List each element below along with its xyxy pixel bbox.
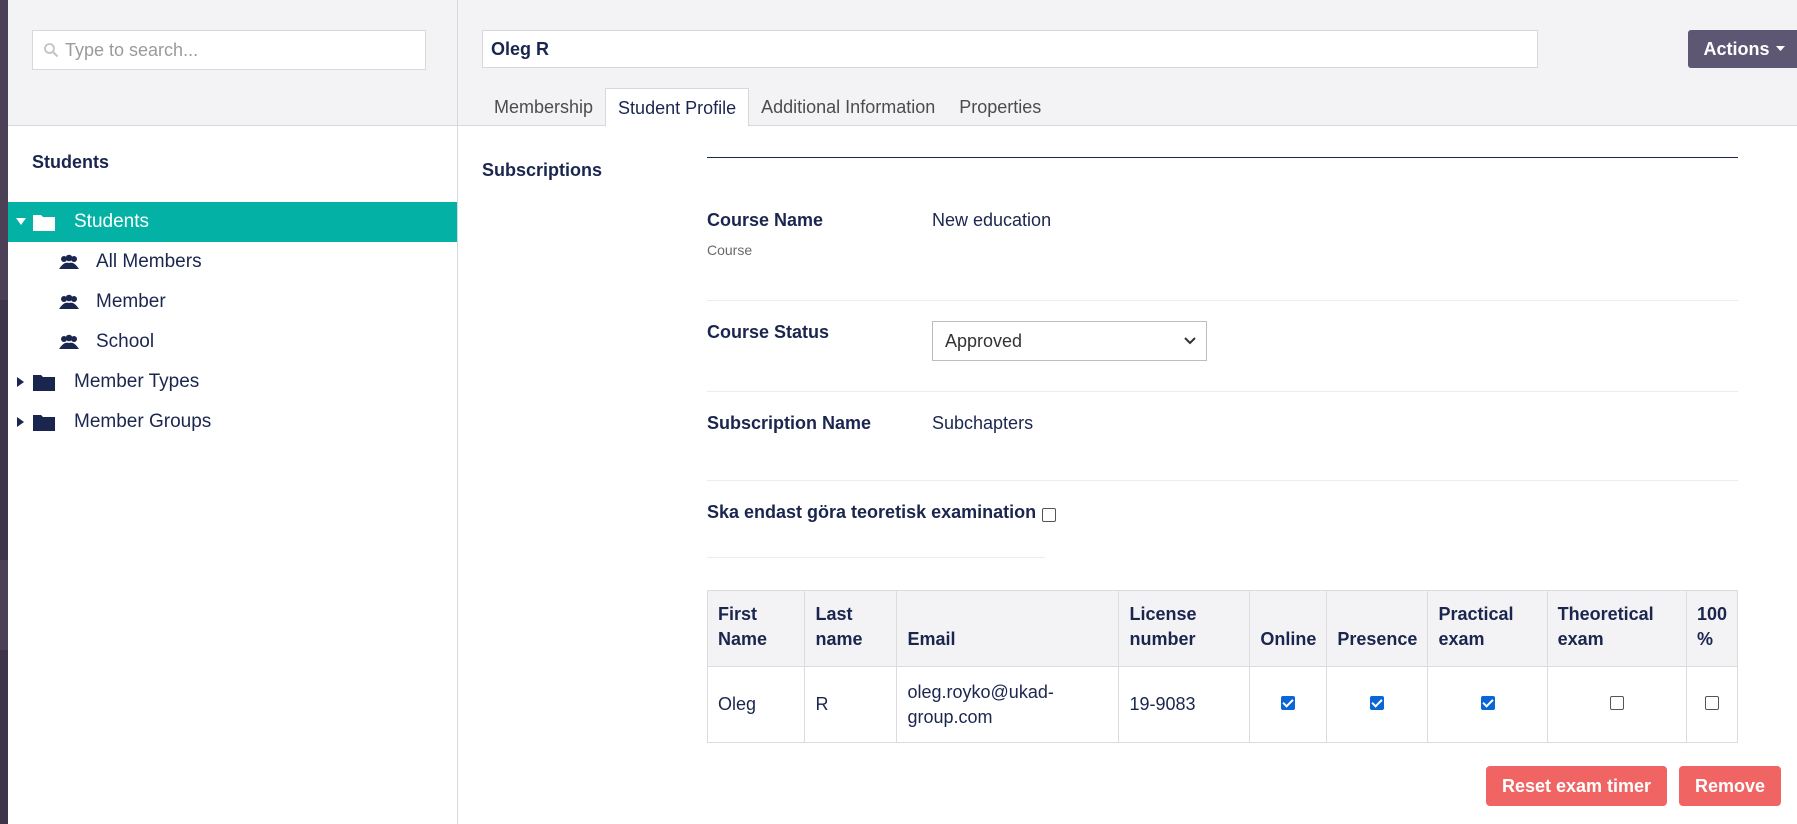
course-status-value: Approved [945, 330, 1023, 351]
col-email: Email [896, 590, 1120, 667]
tab-bar: Membership Student Profile Additional In… [482, 88, 1053, 127]
full-percent-checkbox[interactable] [1704, 696, 1719, 710]
course-name-value: New education [932, 210, 1052, 230]
tree: Students All Members Member School Membe… [8, 202, 457, 442]
search-icon [44, 43, 59, 58]
members-icon [59, 334, 79, 349]
col-theoretical-exam: Theoretical exam [1546, 590, 1687, 667]
tree-item-label: School [96, 331, 155, 352]
course-status-select[interactable]: Approved [932, 321, 1207, 361]
members-icon [59, 294, 79, 309]
tree-item-member-groups[interactable]: Member Groups [8, 402, 457, 442]
table-row: Oleg R oleg.royko@ukad-group.com 19-9083 [706, 666, 1739, 743]
subscription-name-value: Subchapters [932, 413, 1034, 433]
strip-segment [0, 560, 8, 650]
caret-right-icon[interactable] [8, 377, 28, 387]
col-first-name: First Name [706, 590, 806, 667]
tree-item-label: All Members [96, 251, 202, 272]
students-table: First Name Last name Email License number O… [706, 590, 1739, 743]
online-checkbox[interactable] [1281, 696, 1296, 710]
divider [707, 300, 1738, 301]
cell-last-name: R [804, 666, 898, 743]
divider [707, 557, 1045, 558]
cell-practical-exam [1427, 666, 1548, 743]
tree-item-member[interactable]: Member [8, 282, 457, 322]
course-name-description: Course [707, 242, 753, 258]
tree-panel: Students Students All Members Member [8, 0, 458, 824]
members-icon [59, 254, 79, 269]
subscription-name-label: Subscription Name [707, 413, 872, 433]
cell-license-number: 19-9083 [1118, 666, 1251, 743]
strip-segment [0, 0, 8, 300]
theory-only-checkbox[interactable] [1042, 507, 1057, 522]
cell-100-percent [1685, 666, 1739, 743]
divider [707, 480, 1738, 481]
folder-icon [33, 415, 55, 431]
col-last-name: Last name [804, 590, 898, 667]
chevron-down-icon [1184, 337, 1196, 345]
cell-presence [1326, 666, 1429, 743]
remove-button[interactable]: Remove [1679, 766, 1781, 806]
tree-item-all-members[interactable]: All Members [8, 242, 457, 282]
editor: Actions Membership Student Profile Addit… [458, 0, 1797, 824]
app-sidebar-strip [0, 0, 8, 824]
tree-item-label: Member [96, 291, 166, 312]
reset-exam-timer-button[interactable]: Reset exam timer [1486, 766, 1667, 806]
theory-only-field: Ska endast göra teoretisk examination [707, 502, 1057, 523]
folder-icon [33, 375, 55, 391]
tab-student-profile[interactable]: Student Profile [605, 88, 750, 127]
caret-down-icon[interactable] [8, 218, 28, 226]
tree-search[interactable] [32, 30, 426, 70]
col-100-percent: 100% [1685, 590, 1739, 667]
divider [707, 391, 1738, 392]
cell-email: oleg.royko@ukad-group.com [896, 666, 1120, 743]
course-status-label: Course Status [707, 322, 830, 342]
course-name-label: Course Name [707, 210, 824, 230]
cell-theoretical-exam [1546, 666, 1687, 743]
tree-item-label: Member Groups [74, 411, 212, 432]
col-license-number: License number [1118, 590, 1251, 667]
tree-item-school[interactable]: School [8, 322, 457, 362]
search-input[interactable] [65, 39, 425, 61]
folder-icon [33, 215, 55, 231]
theoretical-exam-checkbox[interactable] [1609, 696, 1624, 710]
cell-first-name: Oleg [706, 666, 806, 743]
caret-down-icon [1775, 46, 1785, 51]
col-online: Online [1249, 590, 1328, 667]
editor-header: Actions Membership Student Profile Addit… [458, 0, 1797, 127]
tab-properties[interactable]: Properties [947, 88, 1053, 126]
tree-item-member-types[interactable]: Member Types [8, 362, 457, 402]
cell-online [1249, 666, 1328, 743]
section-title: Subscriptions [482, 160, 603, 180]
tree-title: Students [32, 152, 110, 172]
theory-only-label: Ska endast göra teoretisk examination [707, 502, 1037, 522]
tree-item-label: Students [74, 211, 149, 232]
presence-checkbox[interactable] [1370, 696, 1385, 710]
member-name-input[interactable] [482, 30, 1538, 68]
caret-right-icon[interactable] [8, 417, 28, 427]
col-practical-exam: Practical exam [1427, 590, 1548, 667]
tree-item-label: Member Types [74, 371, 200, 392]
table-header-row: First Name Last name Email License number O… [706, 590, 1739, 667]
tab-additional-information[interactable]: Additional Information [749, 88, 947, 126]
divider [707, 157, 1738, 158]
practical-exam-checkbox[interactable] [1480, 696, 1495, 710]
actions-button[interactable]: Actions [1688, 30, 1797, 68]
col-presence: Presence [1326, 590, 1429, 667]
tab-membership[interactable]: Membership [482, 88, 605, 126]
actions-label: Actions [1703, 38, 1770, 59]
tree-header [8, 0, 457, 126]
tree-item-students[interactable]: Students [8, 202, 457, 242]
